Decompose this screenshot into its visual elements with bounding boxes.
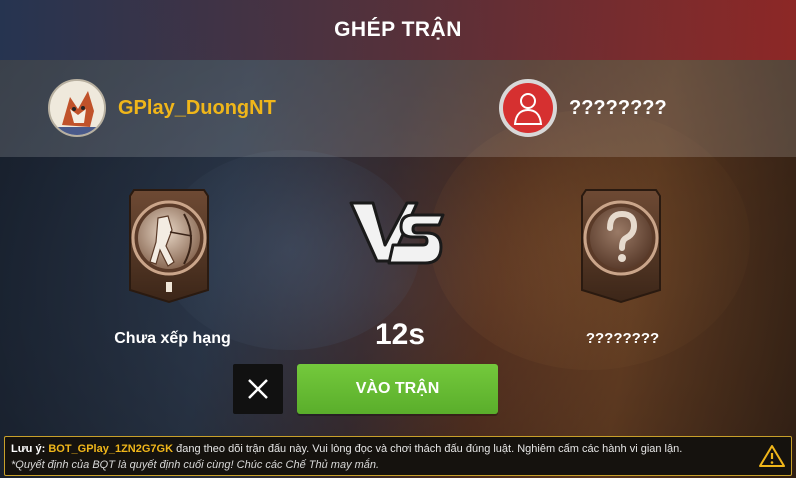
rank-badge-archer-icon (129, 189, 209, 304)
versus-icon (349, 201, 445, 265)
notice-box: Lưu ý: BOT_GPlay_1ZN2G7GK đang theo dõi … (4, 436, 792, 476)
opponent-name: ???????? (569, 96, 667, 119)
player-left-name: GPlay_DuongNT (118, 96, 276, 119)
rank-badge-unknown-icon (581, 189, 661, 304)
notice-text: đang theo dõi trận đấu này. Vui lòng đọc… (173, 443, 683, 455)
player-left-rank-label: Chưa xếp hạng (114, 330, 231, 347)
notice-line-1: Lưu ý: BOT_GPlay_1ZN2G7GK đang theo dõi … (11, 443, 682, 455)
header-bar: GHÉP TRẬN (0, 0, 796, 60)
close-icon (248, 379, 268, 399)
countdown-timer: 12s (374, 318, 426, 351)
enter-match-button[interactable]: VÀO TRẬN (297, 364, 498, 414)
warning-icon (759, 445, 785, 467)
bot-name: BOT_GPlay_1ZN2G7GK (48, 443, 174, 455)
player-avatar (48, 79, 106, 137)
user-silhouette-icon (513, 93, 543, 125)
fox-avatar-icon (50, 81, 104, 135)
cancel-button[interactable] (233, 364, 283, 414)
notice-line-2: *Quyết định của BQT là quyết định cuối c… (11, 459, 380, 471)
opponent-rank-label: ???????? (585, 330, 660, 347)
page-title: GHÉP TRẬN (334, 18, 462, 41)
rank-numeral-mark (166, 282, 172, 292)
player-left: GPlay_DuongNT (48, 79, 276, 137)
player-right: ???????? (499, 79, 667, 137)
opponent-avatar (499, 79, 557, 137)
notice-label: Lưu ý: (11, 443, 46, 455)
matchmaking-screen: GHÉP TRẬN GPlay_DuongNT ???????? Chưa xế… (0, 0, 796, 478)
